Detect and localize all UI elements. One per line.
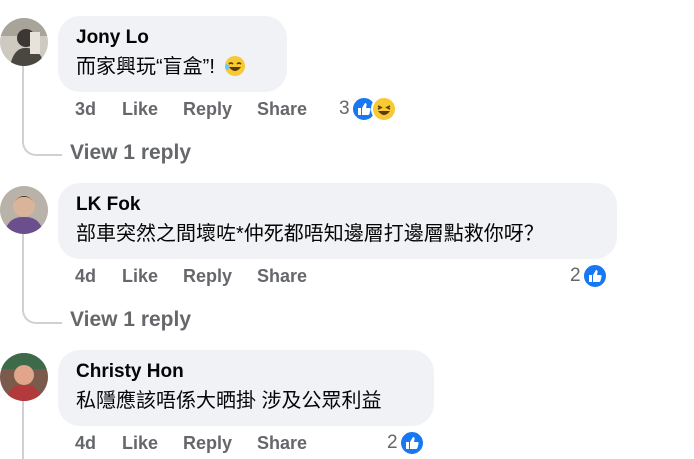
reply-button[interactable]: Reply [183, 266, 232, 287]
comment-text-content: 而家興玩“盲盒”! [76, 56, 215, 78]
commenter-name[interactable]: Christy Hon [76, 360, 416, 384]
thread-connector [22, 310, 62, 324]
thread-line [22, 64, 24, 144]
reaction-summary[interactable]: 3 [339, 96, 397, 122]
commenter-name[interactable]: Jony Lo [76, 26, 269, 50]
share-button[interactable]: Share [257, 266, 307, 287]
reaction-count: 2 [387, 432, 398, 453]
reaction-count: 3 [339, 98, 350, 119]
like-icon [581, 263, 608, 289]
like-button[interactable]: Like [122, 266, 158, 287]
like-button[interactable]: Like [122, 433, 158, 454]
commenter-name[interactable]: LK Fok [76, 193, 599, 217]
reaction-summary[interactable]: 2 [570, 263, 608, 289]
thread-line [22, 400, 24, 459]
thread-line [22, 234, 24, 312]
thread-connector [22, 142, 62, 156]
comment-bubble: Jony Lo 而家興玩“盲盒”! [58, 16, 287, 92]
comment-bubble: LK Fok 部車突然之間壞咗*仲死都唔知邊層打邊層點救你呀？ [58, 183, 617, 259]
timestamp[interactable]: 4d [75, 266, 96, 287]
avatar[interactable] [0, 18, 48, 66]
comment-text: 而家興玩“盲盒”! [76, 52, 269, 86]
share-button[interactable]: Share [257, 99, 307, 120]
like-button[interactable]: Like [122, 99, 158, 120]
reply-button[interactable]: Reply [183, 99, 232, 120]
reaction-summary[interactable]: 2 [387, 430, 425, 456]
view-replies-link[interactable]: View 1 reply [70, 308, 191, 332]
comment-bubble: Christy Hon 私隱應該唔係大晒掛 涉及公眾利益 [58, 350, 434, 426]
laughing-emoji-icon [224, 55, 246, 86]
like-icon [398, 430, 425, 456]
avatar[interactable] [0, 353, 48, 401]
avatar[interactable] [0, 186, 48, 234]
reply-button[interactable]: Reply [183, 433, 232, 454]
timestamp[interactable]: 3d [75, 99, 96, 120]
comment-text: 私隱應該唔係大晒掛 涉及公眾利益 [76, 390, 382, 412]
timestamp[interactable]: 4d [75, 433, 96, 454]
view-replies-link[interactable]: View 1 reply [70, 141, 191, 165]
haha-icon [370, 96, 397, 122]
reaction-count: 2 [570, 265, 581, 286]
comment-text: 部車突然之間壞咗*仲死都唔知邊層打邊層點救你呀？ [76, 223, 544, 245]
share-button[interactable]: Share [257, 433, 307, 454]
